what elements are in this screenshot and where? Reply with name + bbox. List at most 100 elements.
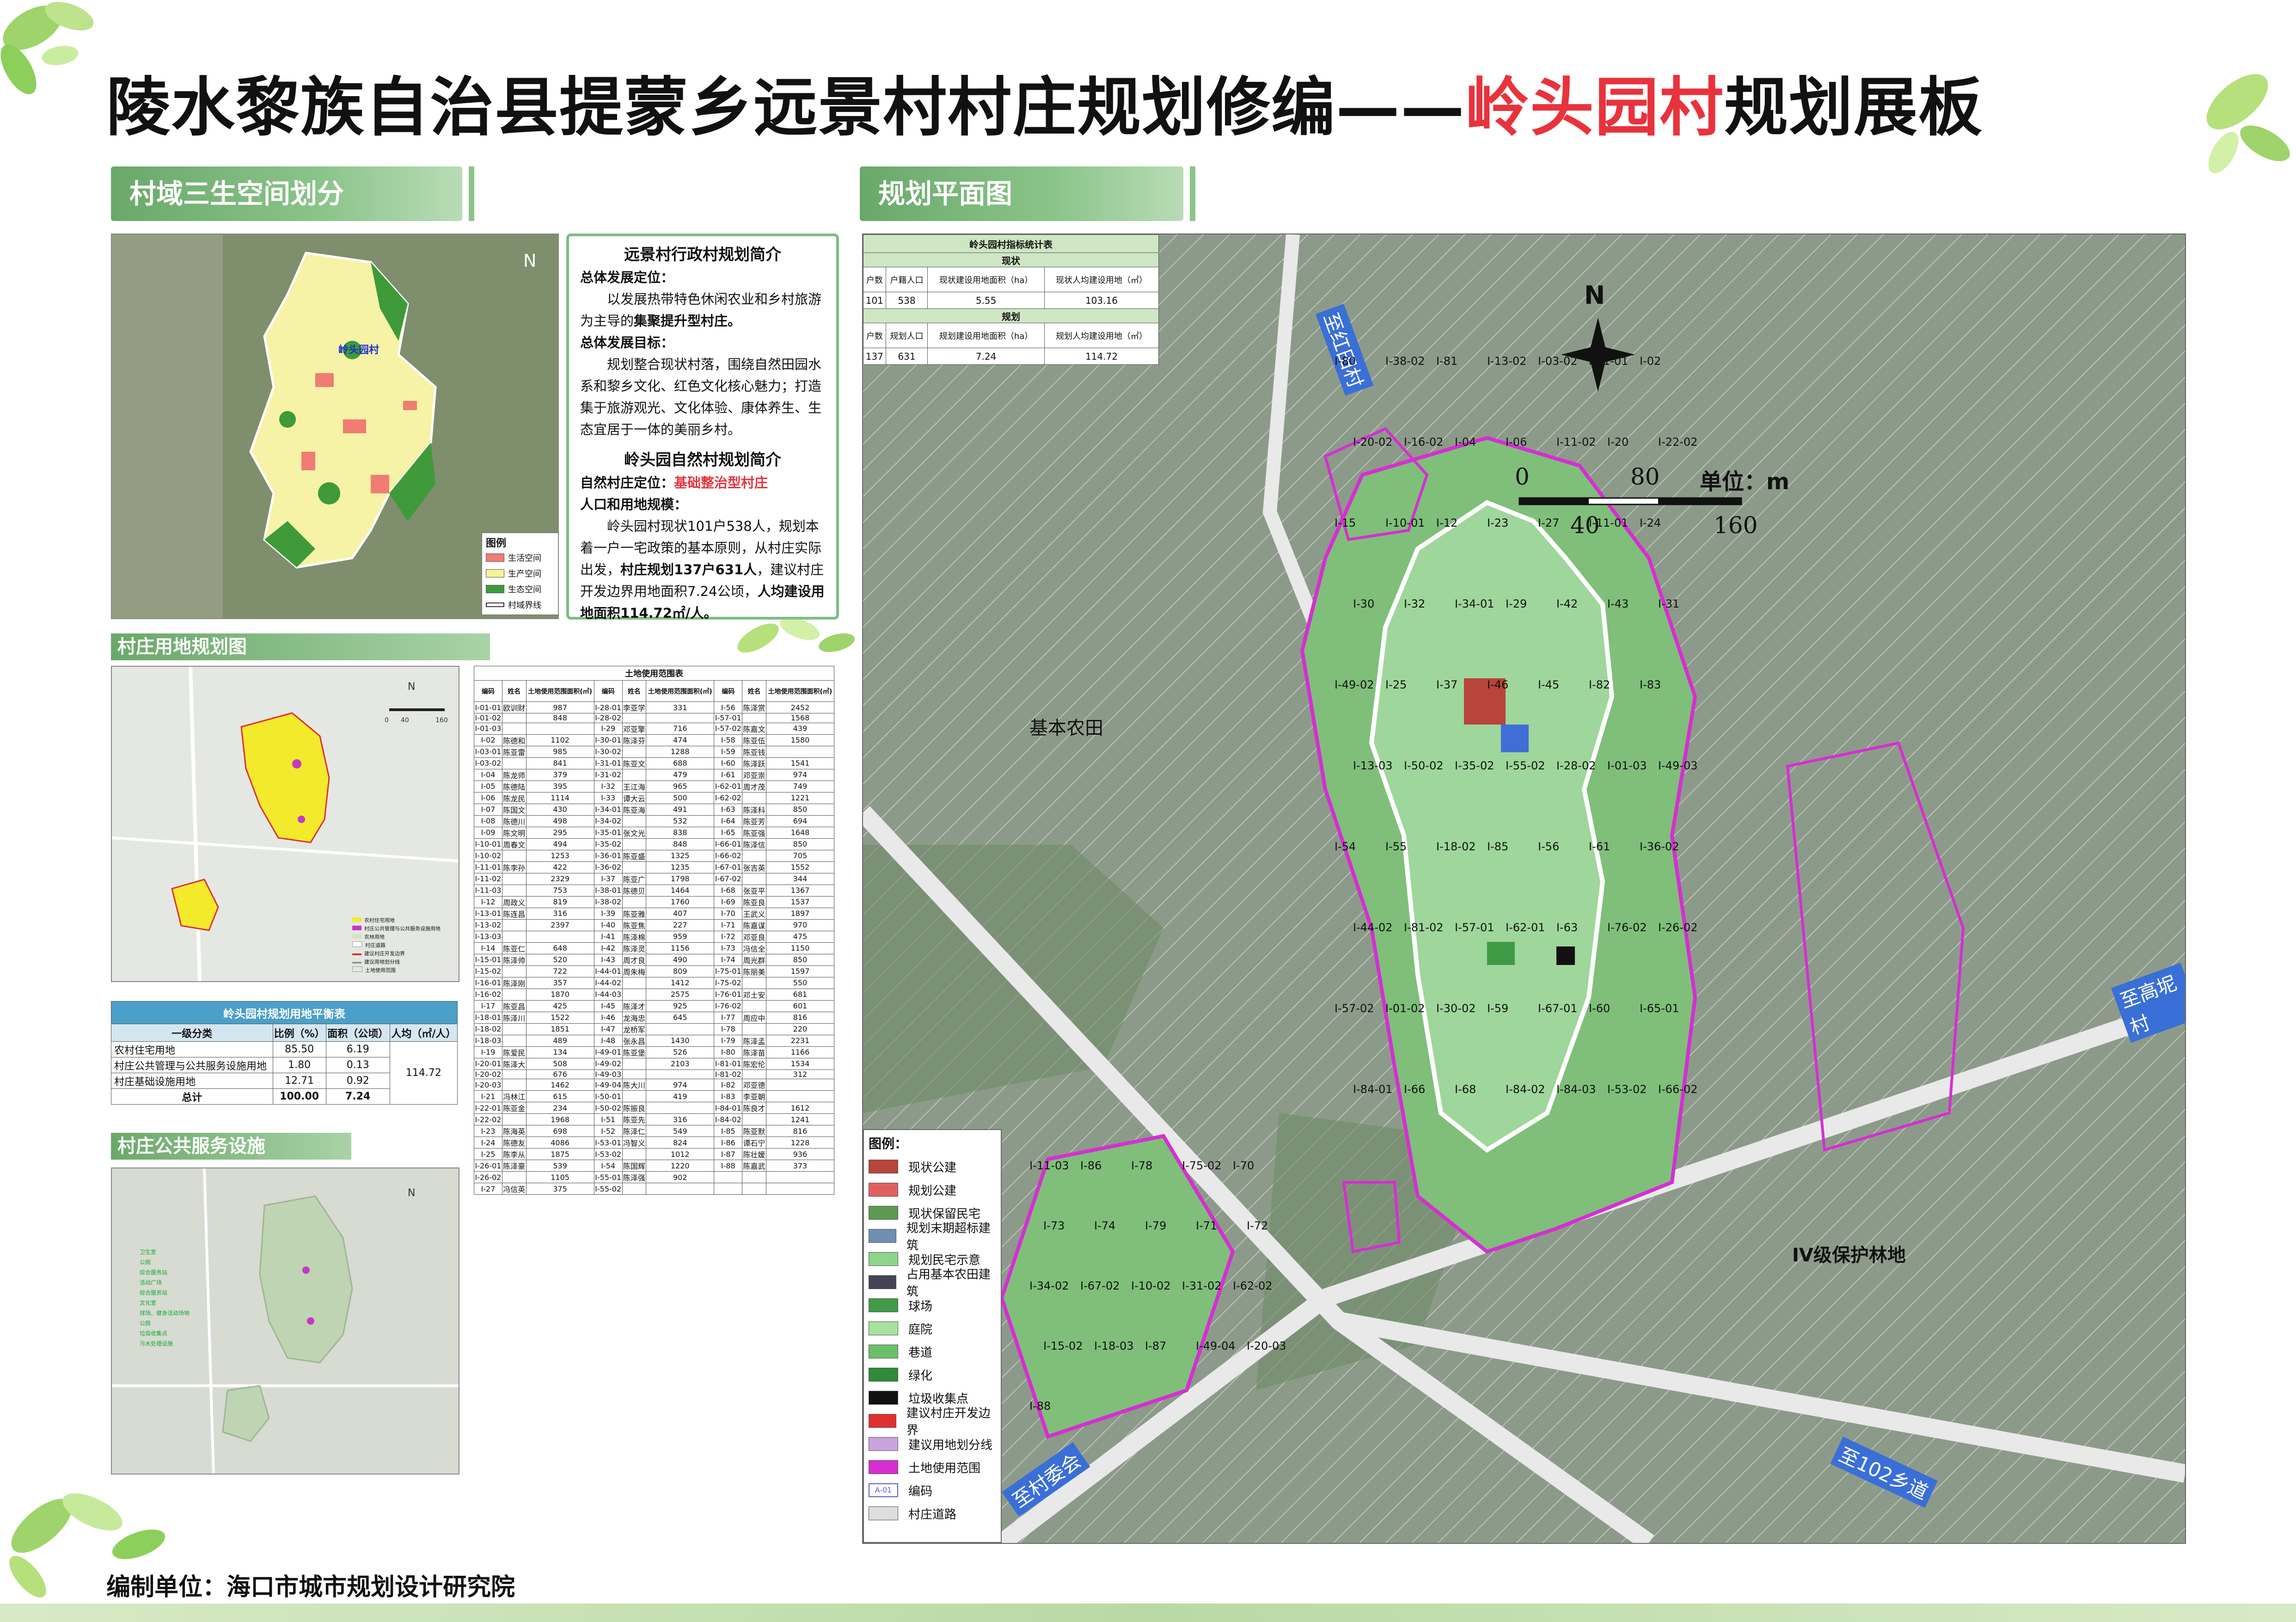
parcel-cell: 681 [765, 988, 835, 1001]
parcel-cell: I-76-01 [714, 988, 743, 1001]
parcel-header: 姓名 [742, 680, 766, 702]
parcel-cell: I-44-02 [594, 977, 623, 989]
parcel-cell: I-11-01 [474, 861, 502, 873]
parcel-cell: I-32 [594, 780, 623, 793]
table-row: I-03-01 陈亚雷 985 I-30-02 1288 I-59 陈亚钱 [474, 745, 835, 758]
parcel-cell: I-13-03 [474, 930, 502, 943]
page-title: 陵水黎族自治县提蒙乡远景村村庄规划修编——岭头园村规划展板 [106, 70, 1984, 145]
parcel-cell: 395 [526, 780, 594, 793]
parcel-code-label: I-20-03 [1247, 1339, 1286, 1352]
three-space-legend-boundary: 村域界线 [486, 597, 555, 613]
parcel-code-label: I-26-02 [1658, 921, 1698, 934]
parcel-cell: 694 [765, 815, 835, 827]
parcel-cell: 407 [646, 907, 715, 920]
table-row: I-24 陈德友 4086 I-53-01 冯智义 824 I-86 谭石宁 1228 [474, 1137, 835, 1149]
table-row: I-20-03 1462 I-49-04 陈大川 974 I-82 邓亚德 [474, 1079, 835, 1091]
parcel-code-label: I-42 [1556, 597, 1578, 610]
table-row: I-01-03 I-29 邓亚擎 716 I-57-02 陈嘉文 439 [474, 722, 835, 735]
land-plan-legend-5: 建议村庄开发边界 [352, 950, 454, 958]
parcel-cell: I-11-03 [474, 884, 502, 897]
parcel-code-label: I-62-01 [1506, 921, 1545, 934]
three-space-map: N 岭头园村 图例 生活空间 生产空间 生态空间 村域界线 [111, 233, 559, 619]
parcel-cell: I-40 [594, 919, 623, 931]
parcel-cell: I-13-02 [474, 919, 502, 931]
parcel-cell: 824 [646, 1137, 715, 1149]
parcel-cell: 李亚学 [622, 701, 647, 713]
parcel-cell: 陈龙师 [502, 768, 527, 781]
parcel-cell: 欧训财 [502, 701, 527, 713]
parcel-cell: 陈泽豪 [502, 1160, 527, 1172]
legend-swatch [869, 1298, 898, 1312]
parcel-cell [765, 1183, 835, 1195]
parcel-cell: 227 [646, 919, 715, 931]
parcel-code-label: I-02 [1640, 355, 1661, 368]
parcel-cell: I-08 [474, 815, 502, 827]
parcel-cell: 1241 [765, 1113, 835, 1126]
plan-legend-item: 占用基本农田建筑 [869, 1268, 996, 1299]
parcel-cell: I-18-03 [474, 1034, 502, 1047]
footer: 编制单位：海口市城市规划设计研究院 [106, 1573, 515, 1601]
parcel-cell: 1412 [646, 977, 715, 989]
parcel-cell: I-64 [714, 815, 743, 827]
table-row: I-10-01 周春文 494 I-35-02 848 I-66-01 陈泽信 850 [474, 838, 835, 850]
parcel-cell: 1580 [765, 734, 835, 746]
parcel-cell: 陈李从 [502, 1148, 527, 1161]
parcel-cell: I-54 [594, 1160, 623, 1172]
parcel-code-label: I-86 [1080, 1159, 1102, 1172]
parcel-cell [502, 930, 527, 943]
parcel-cell: 1760 [646, 896, 715, 908]
parcel-cell [646, 1023, 715, 1035]
parcel-cell [742, 713, 766, 723]
parcel-cell [742, 977, 766, 989]
parcel-cell: 601 [765, 1000, 835, 1012]
parcel-cell: I-36-01 [594, 849, 623, 862]
parcel-cell: 陈亚强 [742, 826, 766, 839]
parcel-cell: 冯林江 [502, 1090, 527, 1103]
parcel-table: 土地使用范围表 编码 姓名 土地使用范围面积(㎡) 编码 姓名 土地使用范围面积(㎡) 编码… [474, 666, 835, 1195]
parcel-cell: 张永昌 [622, 1034, 647, 1047]
service-label: 球场、健身活动场地 [140, 1310, 190, 1316]
legend-swatch [869, 1391, 898, 1405]
land-plan-legend-6: 建议用地划分线 [352, 958, 454, 966]
parcel-cell [502, 849, 527, 862]
parcel-cell: I-37 [594, 872, 623, 885]
parcel-cell: I-68 [714, 884, 743, 897]
parcel-cell: I-46 [594, 1011, 623, 1024]
parcel-cell [622, 1057, 647, 1070]
parcel-cell: 479 [646, 768, 715, 781]
parcel-cell: I-22-02 [474, 1113, 502, 1126]
parcel-cell: 陈亚广 [622, 872, 647, 885]
plan-legend-title: 图例： [869, 1136, 908, 1151]
parcel-cell: 1798 [646, 872, 715, 885]
parcel-code-label: I-27 [1538, 516, 1560, 529]
parcel-code-label: I-01-01 [1589, 355, 1629, 368]
table-row: I-05 陈德陆 395 I-32 王江海 965 I-62-01 周才茂 749 [474, 780, 835, 793]
parcel-cell: 陈泽赏 [742, 701, 766, 713]
parcel-code-label: I-34-01 [1455, 597, 1494, 610]
pop-text: 岭头园村现状101户538人，规划本着一户一宅政策的基本原则，从村庄实际出发，村… [580, 518, 825, 621]
parcel-cell: I-67-02 [714, 872, 743, 885]
parcel-code-label: I-68 [1455, 1083, 1476, 1096]
parcel-cell: I-41 [594, 930, 623, 943]
parcel-cell: I-18-01 [474, 1011, 502, 1024]
parcel-code-label: I-70 [1233, 1159, 1255, 1172]
service-label: 污水处理设施 [140, 1340, 173, 1347]
parcel-cell: 749 [765, 780, 835, 793]
land-plan-legend-4: 村庄道路 [352, 941, 454, 950]
service-label: 文化室 [140, 1300, 157, 1306]
parcel-cell: 陈亚文 [622, 757, 647, 769]
intro-box: 远景村行政村规划简介 总体发展定位： 以发展热带特色休闲农业和乡村旅游为主导的集… [566, 233, 839, 621]
parcel-cell: 陈亚钱 [742, 745, 766, 758]
parcel-cell: 1220 [646, 1160, 715, 1172]
parcel-code-label: I-54 [1335, 840, 1356, 853]
parcel-cell: I-77 [714, 1011, 743, 1024]
parcel-header: 姓名 [502, 680, 527, 702]
parcel-code-label: I-88 [1029, 1400, 1051, 1413]
legend-swatch [869, 1160, 898, 1173]
parcel-cell: I-13-01 [474, 907, 502, 920]
parcel-cell: 1253 [526, 849, 594, 862]
parcel-cell [502, 965, 527, 977]
parcel-cell: I-15-02 [474, 965, 502, 977]
parcel-code-label: I-79 [1145, 1219, 1167, 1232]
table-row: I-12 周政义 819 I-38-02 1760 I-69 陈亚良 1537 [474, 896, 835, 908]
